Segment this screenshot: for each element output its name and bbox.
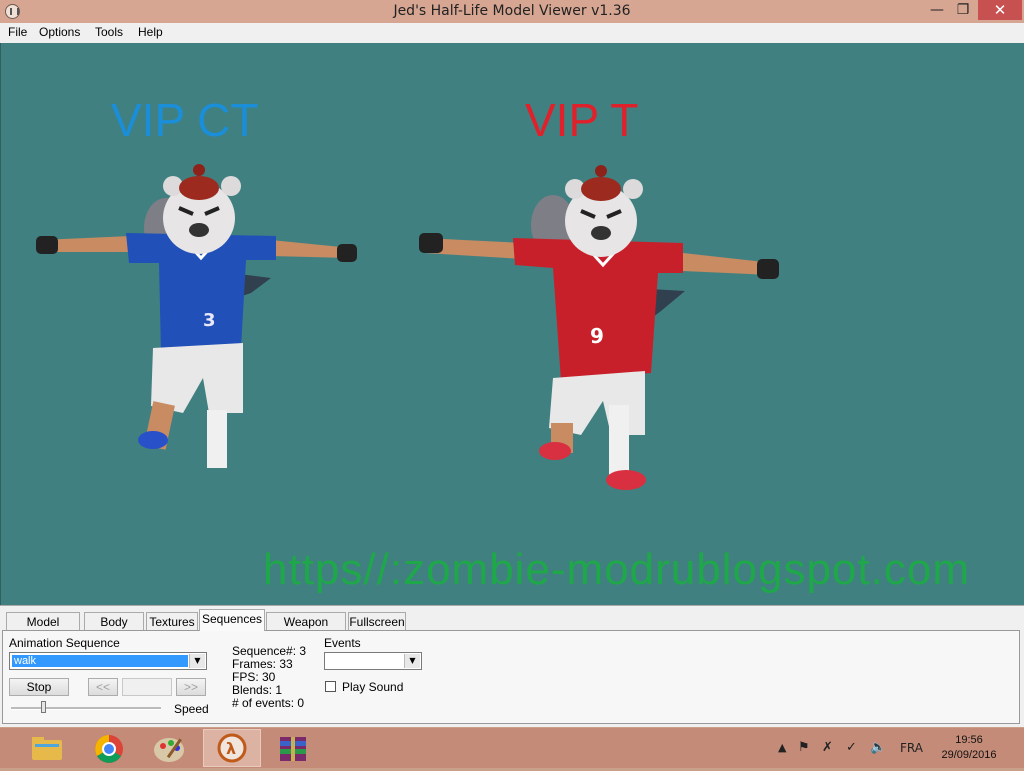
events-count: # of events: 0 xyxy=(232,696,305,710)
security-icon[interactable]: ✓ xyxy=(846,728,857,768)
tab-sequences[interactable]: Sequences xyxy=(199,609,265,631)
ct-jersey-number: 3 xyxy=(203,310,216,331)
menu-file[interactable]: File xyxy=(8,25,27,39)
speed-slider-thumb[interactable] xyxy=(41,701,46,713)
tab-weapon-origin[interactable]: Weapon Origin xyxy=(266,612,346,647)
model-viewport[interactable]: VIP CT VIP T 3 9 https//:zombie-modrublo… xyxy=(0,43,1024,605)
menu-options[interactable]: Options xyxy=(39,25,80,39)
clock[interactable]: 19:56 29/09/2016 xyxy=(934,733,1004,763)
control-panel: Model Display Body Parts Textures Sequen… xyxy=(0,605,1024,727)
chevron-down-icon[interactable]: ▼ xyxy=(189,654,205,668)
speed-label: Speed xyxy=(174,702,209,716)
show-hidden-icons-icon[interactable]: ▲ xyxy=(778,728,786,768)
watermark-url: https//:zombie-modrublogspot.com xyxy=(263,545,970,594)
frame-field[interactable] xyxy=(122,678,172,696)
clock-time: 19:56 xyxy=(955,734,983,746)
animation-sequence-select[interactable]: walk ▼ xyxy=(9,652,207,670)
t-bear-model: 9 xyxy=(419,165,779,490)
svg-text:λ: λ xyxy=(226,739,236,758)
close-button[interactable]: ✕ xyxy=(978,0,1022,20)
title-bar: Jed's Half-Life Model Viewer v1.36 — ❐ ✕ xyxy=(0,0,1024,23)
file-explorer-icon[interactable] xyxy=(18,729,76,767)
taskbar: λ ▲ ⚑ ✗ ✓ 🔈 FRA 19:56 29/09/2016 xyxy=(0,728,1024,768)
volume-icon[interactable]: 🔈 xyxy=(870,728,886,768)
clock-date: 29/09/2016 xyxy=(941,749,997,761)
winrar-icon[interactable] xyxy=(265,729,323,767)
prev-frame-button[interactable]: << xyxy=(88,678,118,696)
vip-ct-label: VIP CT xyxy=(111,94,259,146)
vip-t-label: VIP T xyxy=(525,94,639,146)
window-title: Jed's Half-Life Model Viewer v1.36 xyxy=(393,3,631,19)
menu-tools[interactable]: Tools xyxy=(95,25,123,39)
play-sound-checkbox[interactable] xyxy=(325,681,336,692)
ct-bear-model: 3 xyxy=(36,164,357,468)
next-frame-button[interactable]: >> xyxy=(176,678,206,696)
speed-slider-track[interactable] xyxy=(11,707,161,710)
language-indicator[interactable]: FRA xyxy=(900,728,923,768)
t-jersey-number: 9 xyxy=(590,324,604,348)
action-center-icon[interactable]: ⚑ xyxy=(798,728,810,768)
animation-sequence-label: Animation Sequence xyxy=(9,636,120,650)
network-icon[interactable]: ✗ xyxy=(822,728,833,768)
paint-icon[interactable] xyxy=(141,729,199,767)
events-select[interactable]: ▼ xyxy=(324,652,422,670)
chevron-down-icon[interactable]: ▼ xyxy=(404,654,420,668)
minimize-button[interactable]: — xyxy=(924,0,950,20)
restore-button[interactable]: ❐ xyxy=(950,0,976,20)
animation-sequence-value: walk xyxy=(12,655,188,667)
tab-model-display[interactable]: Model Display xyxy=(6,612,80,647)
tab-body-parts[interactable]: Body Parts xyxy=(84,612,144,647)
events-label: Events xyxy=(324,636,361,650)
sequence-info: Sequence#: 3 Frames: 33 FPS: 30 Blends: … xyxy=(232,645,306,710)
play-sound-label: Play Sound xyxy=(342,680,404,694)
tab-fullscreen[interactable]: Fullscreen xyxy=(348,612,406,630)
stop-button[interactable]: Stop xyxy=(9,678,69,696)
chrome-icon[interactable] xyxy=(80,729,138,767)
menu-help[interactable]: Help xyxy=(138,25,163,39)
half-life-icon[interactable]: λ xyxy=(203,729,261,767)
menu-bar: File Options Tools Help xyxy=(0,23,1024,43)
tab-textures[interactable]: Textures xyxy=(146,612,198,630)
